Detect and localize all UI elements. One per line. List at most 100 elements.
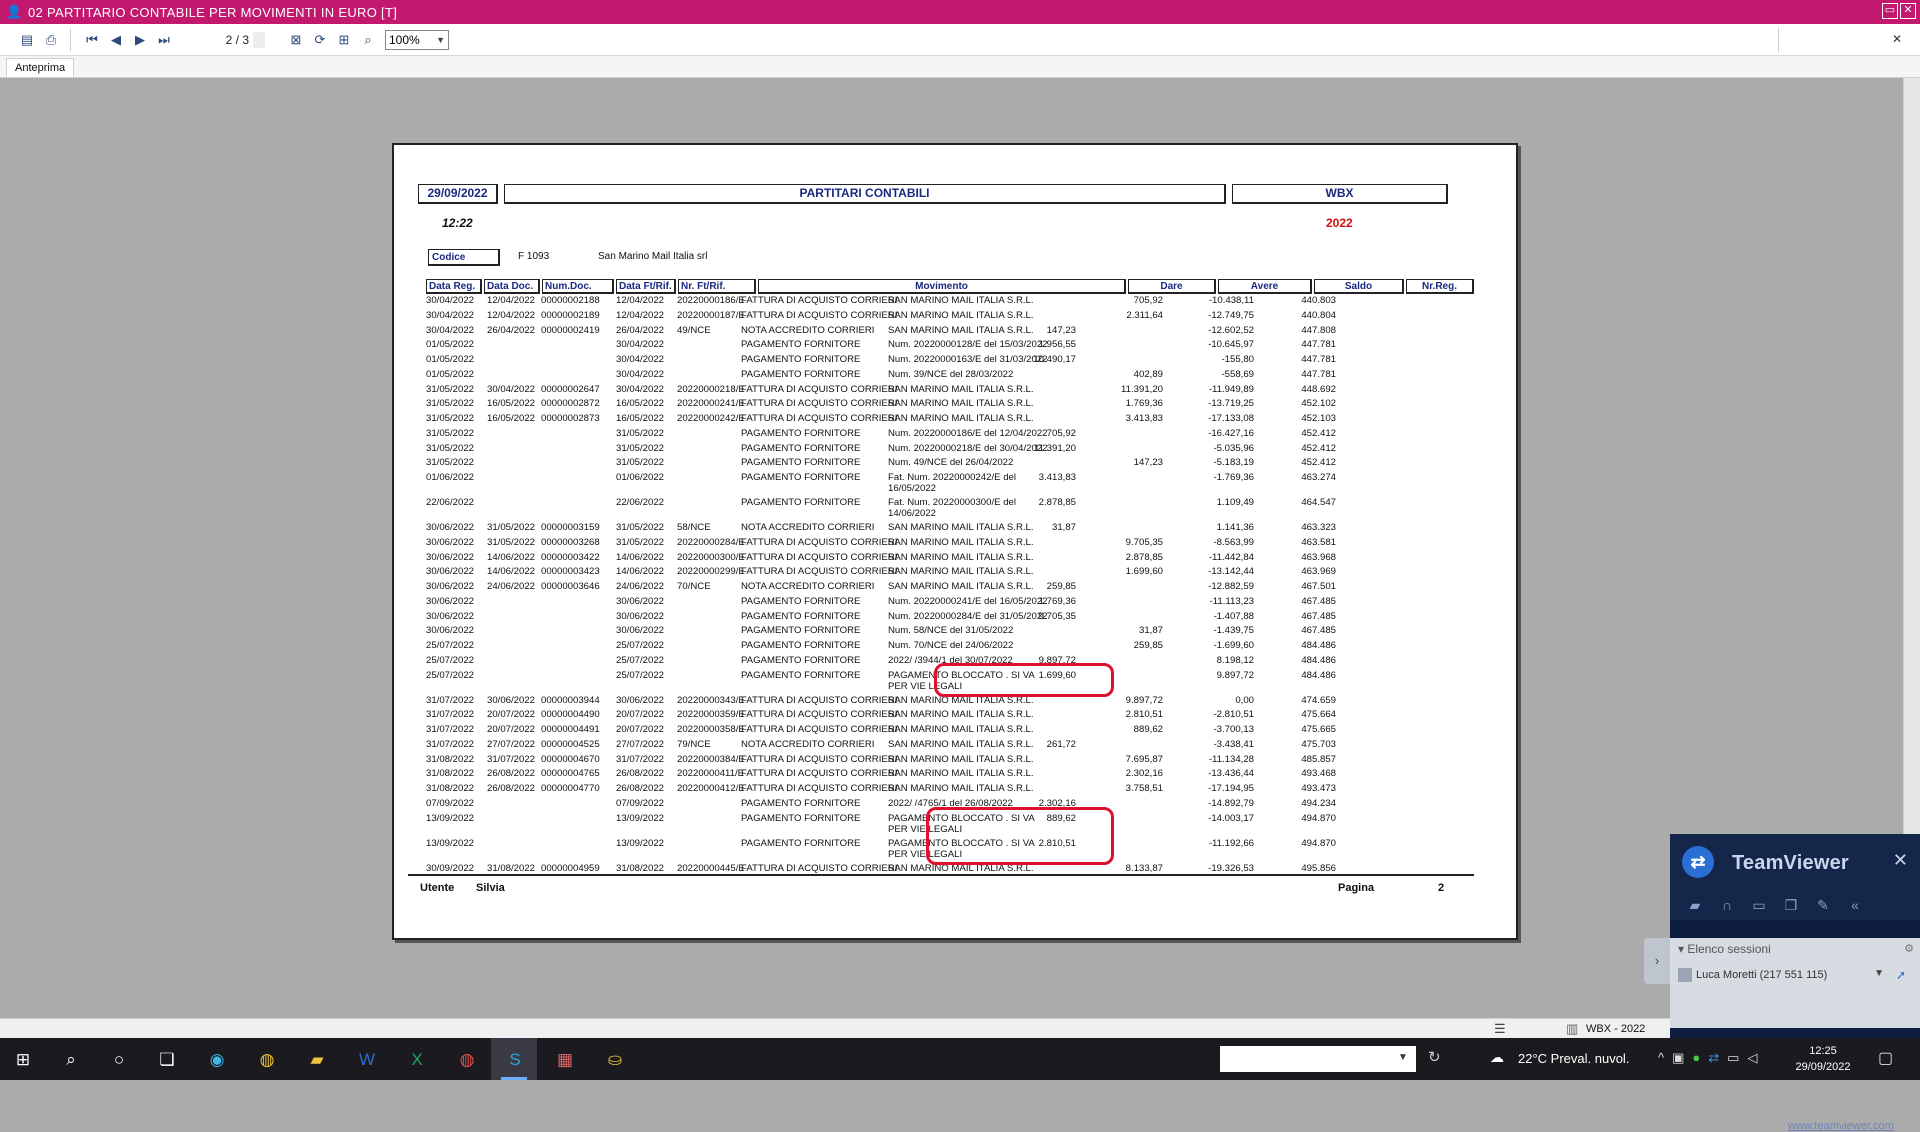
chevron-up-icon[interactable]: ^ xyxy=(1658,1050,1664,1066)
cell-avere: 3.758,51 xyxy=(1125,783,1163,794)
file-explorer-icon[interactable]: ▰ xyxy=(304,1047,330,1073)
cell-nr-reg: 463.581 xyxy=(1301,536,1336,548)
refresh-icon[interactable]: ↻ xyxy=(1428,1048,1441,1066)
settings-icon[interactable]: ⚙ xyxy=(1904,942,1914,955)
edge-icon[interactable]: ◉ xyxy=(204,1047,230,1073)
collapse-icon[interactable]: « xyxy=(1846,897,1864,913)
cell-nr-reg: 475.665 xyxy=(1301,724,1336,735)
teamviewer-link[interactable]: www.teamviewer.com xyxy=(1788,1120,1894,1132)
teamviewer-tray-icon[interactable]: ⇄ xyxy=(1708,1050,1719,1066)
highlight-circle-2 xyxy=(926,807,1114,865)
col-saldo: Saldo xyxy=(1314,279,1404,294)
first-page-icon[interactable]: ⏮ xyxy=(81,29,103,51)
cell-saldo: -2.810,51 xyxy=(1213,709,1254,721)
cell-data-ft: 25/07/2022 xyxy=(616,669,665,681)
page-indicator[interactable]: 2 / 3 xyxy=(203,33,253,47)
cell-avere: 1.699,60 xyxy=(1125,566,1163,578)
chrome-profile-icon[interactable]: ◍ xyxy=(454,1047,480,1073)
export-icon[interactable]: ▤ xyxy=(16,29,38,51)
next-page-icon[interactable]: ▶ xyxy=(129,29,151,51)
col-data-doc: Data Doc. xyxy=(484,279,540,294)
cell-saldo: -5.183,19 xyxy=(1213,457,1254,469)
volume-icon[interactable]: ◁ xyxy=(1747,1050,1757,1066)
chevron-down-icon[interactable]: ▼ xyxy=(1874,968,1884,979)
user-icon xyxy=(1678,968,1692,982)
cell-causale: PAGAMENTO FORNITORE xyxy=(741,497,861,508)
cell-nr-ft: 20220000384/E xyxy=(677,753,745,765)
restore-button[interactable]: ▭ xyxy=(1882,3,1898,19)
pointer-icon[interactable]: ➚ xyxy=(1896,968,1906,982)
cell-nr-reg: 493.468 xyxy=(1301,768,1336,780)
excel-icon[interactable]: X xyxy=(404,1047,430,1073)
task-view-icon[interactable]: ❏ xyxy=(154,1047,180,1073)
taskbar-address-field[interactable] xyxy=(1220,1046,1416,1072)
cell-descrizione: SAN MARINO MAIL ITALIA S.R.L. xyxy=(888,581,1034,592)
cell-saldo: 1.141,36 xyxy=(1216,522,1254,533)
cell-data-doc: 20/07/2022 xyxy=(487,724,536,735)
cell-data-doc: 31/05/2022 xyxy=(487,536,536,548)
cell-nr-ft: 70/NCE xyxy=(677,581,711,592)
session-list-header[interactable]: ▾ Elenco sessioni xyxy=(1678,942,1771,956)
footer-utente-label: Utente xyxy=(420,882,455,894)
refresh-icon[interactable]: ⟳ xyxy=(309,29,331,51)
toolbar-divider xyxy=(1778,28,1779,52)
page-setup-icon[interactable]: ⊞ xyxy=(333,29,355,51)
close-icon[interactable]: ✕ xyxy=(1893,850,1908,871)
meet-icon[interactable]: ▣ xyxy=(1672,1050,1684,1066)
notification-icon[interactable]: ▢ xyxy=(1878,1048,1893,1068)
cell-data-doc: 26/04/2022 xyxy=(487,324,536,336)
headset-icon[interactable]: ∩ xyxy=(1718,897,1736,913)
windows-start-icon[interactable]: ⊞ xyxy=(10,1047,36,1073)
col-nr-ft: Nr. Ft/Rif. xyxy=(678,279,756,294)
zoom-select[interactable]: 100% ▼ xyxy=(385,29,449,50)
chat-icon[interactable]: ▭ xyxy=(1750,897,1768,914)
codice-label: Codice xyxy=(428,249,500,266)
files-icon[interactable]: ❐ xyxy=(1782,897,1800,914)
skype-icon[interactable]: S xyxy=(502,1047,528,1073)
word-icon[interactable]: W xyxy=(354,1047,380,1073)
close-icon[interactable]: ✕ xyxy=(1892,32,1902,46)
cell-data-ft: 31/05/2022 xyxy=(616,522,665,533)
cell-causale: FATTURA DI ACQUISTO CORRIERI xyxy=(741,724,898,735)
cell-descrizione: Num. 20220000218/E del 30/04/2022 xyxy=(888,442,1048,454)
chrome-icon[interactable]: ◍ xyxy=(254,1047,280,1073)
app-coins-icon[interactable]: ⛀ xyxy=(602,1047,628,1073)
tab-anteprima[interactable]: Anteprima xyxy=(6,58,75,77)
session-item[interactable]: Luca Moretti (217 551 115) xyxy=(1678,968,1827,982)
window-controls: ▭ ✕ xyxy=(1882,3,1916,19)
cell-data-reg: 22/06/2022 xyxy=(426,497,475,508)
weather-text[interactable]: 22°C Preval. nuvol. xyxy=(1518,1051,1629,1066)
network-icon[interactable]: ▭ xyxy=(1727,1050,1739,1066)
page-input[interactable] xyxy=(253,31,265,48)
close-preview-icon[interactable]: ⊠ xyxy=(285,29,307,51)
cell-data-reg: 01/05/2022 xyxy=(426,339,475,351)
find-icon[interactable]: ⌕ xyxy=(357,29,379,51)
cell-dare: 2.878,85 xyxy=(1038,497,1076,508)
antivirus-icon[interactable]: ● xyxy=(1692,1050,1700,1066)
cortana-icon[interactable]: ○ xyxy=(106,1047,132,1073)
table-row: 31/05/2022 30/04/2022 00000002647 30/04/202… xyxy=(426,383,1486,398)
last-page-icon[interactable]: ⏭ xyxy=(153,29,175,51)
cell-data-ft: 26/04/2022 xyxy=(616,324,665,336)
chevron-down-icon[interactable]: ▼ xyxy=(1398,1052,1408,1063)
cell-avere: 259,85 xyxy=(1133,640,1163,651)
teamviewer-collapse-tab[interactable]: › xyxy=(1644,938,1670,984)
search-icon[interactable]: ⌕ xyxy=(58,1047,84,1073)
cell-data-reg: 30/06/2022 xyxy=(426,581,475,592)
cell-causale: PAGAMENTO FORNITORE xyxy=(741,625,861,637)
app-icon[interactable]: ▦ xyxy=(552,1047,578,1073)
cell-data-doc: 12/04/2022 xyxy=(487,295,536,306)
cell-saldo: -11.134,28 xyxy=(1208,753,1254,765)
cell-descrizione: SAN MARINO MAIL ITALIA S.R.L. xyxy=(888,309,1034,321)
clock[interactable]: 12:25 29/09/2022 xyxy=(1788,1043,1858,1075)
cell-descrizione: SAN MARINO MAIL ITALIA S.R.L. xyxy=(888,383,1034,395)
cell-saldo: -11.442,84 xyxy=(1208,551,1254,563)
cell-causale: FATTURA DI ACQUISTO CORRIERI xyxy=(741,551,898,563)
col-data-ft: Data Ft/Rif. xyxy=(616,279,676,294)
cell-data-reg: 30/06/2022 xyxy=(426,610,475,622)
prev-page-icon[interactable]: ◀ xyxy=(105,29,127,51)
close-window-button[interactable]: ✕ xyxy=(1900,3,1916,19)
tools-icon[interactable]: ✎ xyxy=(1814,897,1832,914)
video-icon[interactable]: ▰ xyxy=(1686,897,1704,914)
print-icon[interactable]: ⎙ xyxy=(40,29,62,51)
